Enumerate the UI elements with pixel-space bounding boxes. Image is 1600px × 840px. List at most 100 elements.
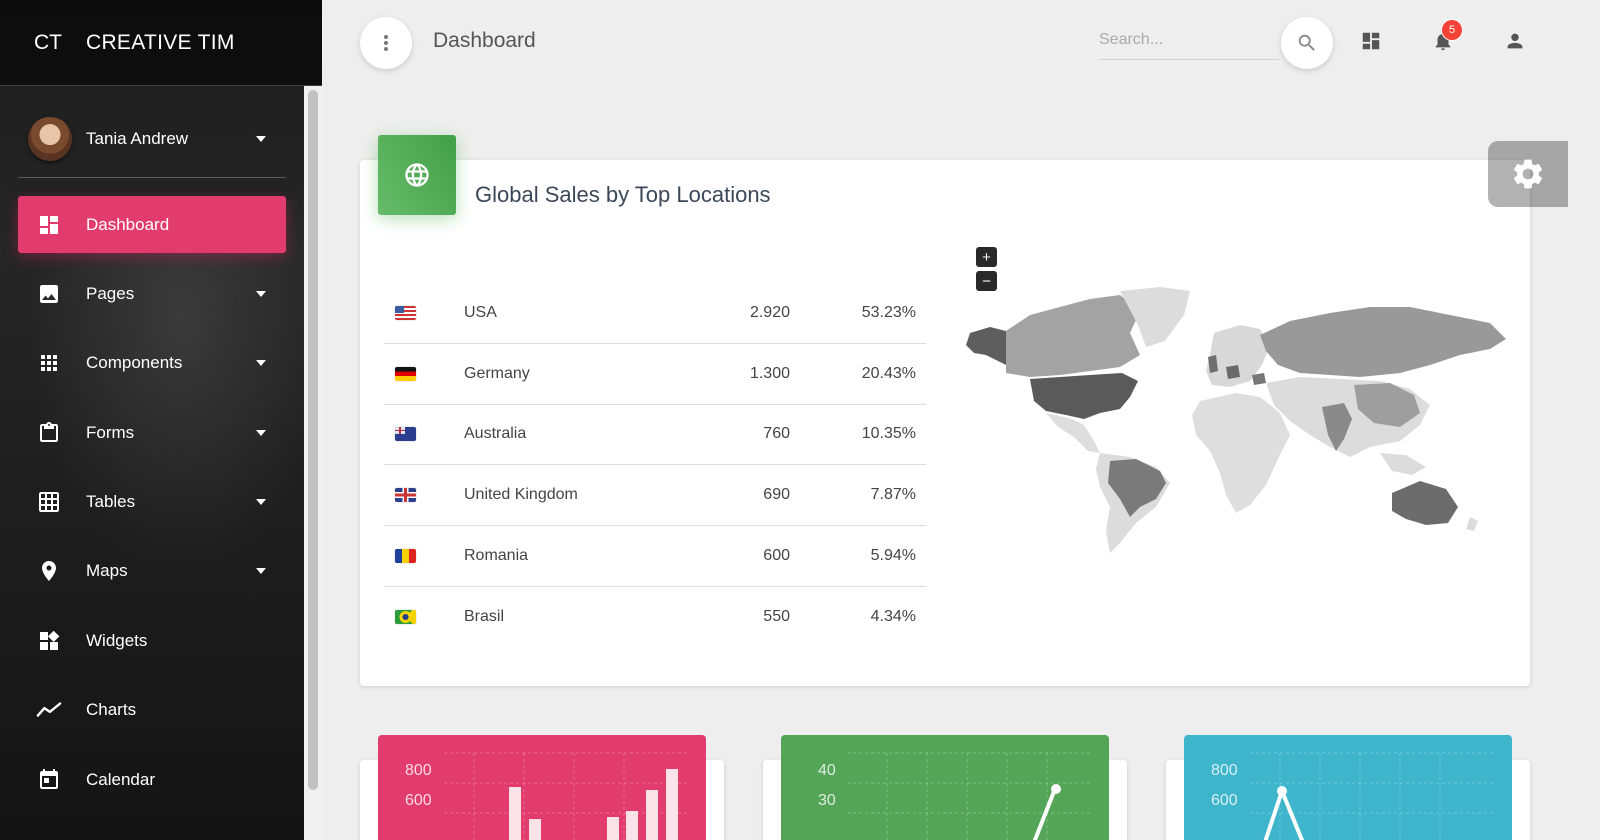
table-row: USA 2.920 53.23% bbox=[384, 283, 926, 344]
sidebar-item-components[interactable]: Components bbox=[18, 335, 286, 392]
place-icon bbox=[36, 558, 62, 584]
sales-percent: 7.87% bbox=[870, 486, 916, 504]
sidebar-nav: Dashboard Pages Components Forms Tables … bbox=[18, 196, 286, 821]
user-name: Tania Andrew bbox=[86, 128, 189, 148]
map-region-se-asia[interactable] bbox=[1380, 453, 1426, 475]
brand-name: CREATIVE TIM bbox=[86, 30, 235, 54]
sidebar-item-label: Charts bbox=[86, 700, 137, 720]
sidebar-item-pages[interactable]: Pages bbox=[18, 265, 286, 322]
sidebar-scrollbar[interactable] bbox=[304, 86, 322, 840]
y-tick-label: 800 bbox=[1211, 762, 1238, 779]
y-tick-label: 600 bbox=[1211, 792, 1238, 809]
sales-percent: 4.34% bbox=[870, 608, 916, 626]
area-chart-header: 800 600 bbox=[1184, 735, 1512, 840]
image-icon bbox=[36, 281, 62, 307]
sidebar-item-maps[interactable]: Maps bbox=[18, 543, 286, 600]
sidebar-item-dashboard[interactable]: Dashboard bbox=[18, 196, 286, 253]
map-region-mexico[interactable] bbox=[1046, 413, 1100, 453]
dashboard-view-button[interactable] bbox=[1358, 28, 1384, 54]
gear-icon bbox=[1513, 159, 1543, 189]
map-region-usa[interactable] bbox=[1030, 373, 1138, 419]
map-region-russia[interactable] bbox=[1260, 307, 1506, 377]
widgets-icon bbox=[36, 628, 62, 654]
sales-percent: 53.23% bbox=[861, 303, 916, 321]
chevron-down-icon bbox=[256, 499, 266, 506]
sidebar-item-tables[interactable]: Tables bbox=[18, 474, 286, 531]
brand[interactable]: CT CREATIVE TIM bbox=[0, 0, 322, 86]
country-name: United Kingdom bbox=[464, 486, 578, 504]
bar-chart-header: 800 600 bbox=[378, 735, 706, 840]
map-zoom-in-button[interactable]: + bbox=[976, 247, 997, 267]
chevron-down-icon bbox=[256, 360, 266, 367]
chevron-down-icon bbox=[256, 290, 266, 297]
gb-flag-icon bbox=[395, 488, 416, 503]
more-vert-icon bbox=[384, 35, 388, 51]
sales-percent: 10.35% bbox=[861, 425, 916, 443]
sidebar-item-charts[interactable]: Charts bbox=[18, 682, 286, 739]
grid-icon bbox=[36, 489, 62, 515]
scrollbar-thumb[interactable] bbox=[308, 90, 318, 790]
bar bbox=[646, 790, 658, 840]
map-region-australia[interactable] bbox=[1392, 481, 1458, 525]
sidebar-item-widgets[interactable]: Widgets bbox=[18, 612, 286, 669]
y-tick-label: 30 bbox=[818, 792, 836, 809]
chevron-down-icon bbox=[256, 568, 266, 575]
apps-icon bbox=[36, 350, 62, 376]
map-region-alaska[interactable] bbox=[966, 327, 1006, 365]
sidebar-item-forms[interactable]: Forms bbox=[18, 404, 286, 461]
globe-icon bbox=[405, 163, 429, 187]
brand-mini: CT bbox=[34, 30, 62, 54]
timeline-icon bbox=[36, 697, 62, 723]
us-flag-icon bbox=[395, 305, 416, 320]
card-header-icon bbox=[378, 135, 456, 215]
table-row: Australia 760 10.35% bbox=[384, 405, 926, 466]
chevron-down-icon bbox=[256, 429, 266, 436]
map-region-germany[interactable] bbox=[1226, 365, 1240, 379]
search-icon bbox=[1298, 34, 1315, 51]
sidebar: CT CREATIVE TIM Tania Andrew Dashboard P… bbox=[0, 0, 322, 840]
sidebar-item-label: Dashboard bbox=[86, 214, 170, 234]
map-region-romania[interactable] bbox=[1252, 373, 1266, 385]
avatar bbox=[28, 116, 72, 161]
sales-amount: 1.300 bbox=[749, 364, 790, 382]
settings-button[interactable] bbox=[1488, 141, 1568, 207]
search-input[interactable] bbox=[1099, 20, 1279, 60]
country-name: Romania bbox=[464, 547, 529, 565]
country-name: USA bbox=[464, 303, 497, 321]
au-flag-icon bbox=[395, 427, 416, 442]
sales-percent: 20.43% bbox=[861, 364, 916, 382]
card-title: Global Sales by Top Locations bbox=[475, 182, 771, 207]
sidebar-toggle-button[interactable] bbox=[360, 17, 412, 69]
bar bbox=[666, 769, 678, 840]
table-row: Germany 1.300 20.43% bbox=[384, 344, 926, 405]
user-menu[interactable]: Tania Andrew bbox=[18, 100, 286, 178]
profile-button[interactable] bbox=[1502, 28, 1528, 54]
dashboard-icon bbox=[36, 212, 62, 238]
sidebar-item-calendar[interactable]: Calendar bbox=[18, 751, 286, 808]
person-icon bbox=[1507, 33, 1523, 49]
sales-amount: 690 bbox=[763, 486, 790, 504]
table-row: Romania 600 5.94% bbox=[384, 526, 926, 587]
ro-flag-icon bbox=[395, 549, 416, 564]
notification-badge: 5 bbox=[1441, 19, 1463, 41]
map-region-canada[interactable] bbox=[1006, 295, 1140, 377]
line-series bbox=[1263, 785, 1305, 840]
table-row: Brasil 550 4.34% bbox=[384, 587, 926, 648]
br-flag-icon bbox=[395, 610, 416, 625]
sales-amount: 550 bbox=[763, 608, 790, 626]
calendar-icon bbox=[36, 767, 62, 793]
sales-percent: 5.94% bbox=[870, 547, 916, 565]
sales-amount: 600 bbox=[763, 547, 790, 565]
sidebar-item-label: Components bbox=[86, 353, 183, 373]
search-button[interactable] bbox=[1281, 17, 1333, 69]
dashboard-icon bbox=[1362, 32, 1380, 50]
line-series bbox=[1032, 788, 1057, 840]
bar bbox=[529, 819, 541, 840]
map-region-new-zealand[interactable] bbox=[1466, 517, 1478, 531]
de-flag-icon bbox=[395, 366, 416, 381]
map-region-africa[interactable] bbox=[1192, 393, 1290, 513]
sidebar-item-label: Widgets bbox=[86, 630, 148, 650]
bar bbox=[607, 817, 619, 840]
chevron-down-icon bbox=[256, 135, 266, 142]
world-map[interactable] bbox=[960, 285, 1510, 565]
